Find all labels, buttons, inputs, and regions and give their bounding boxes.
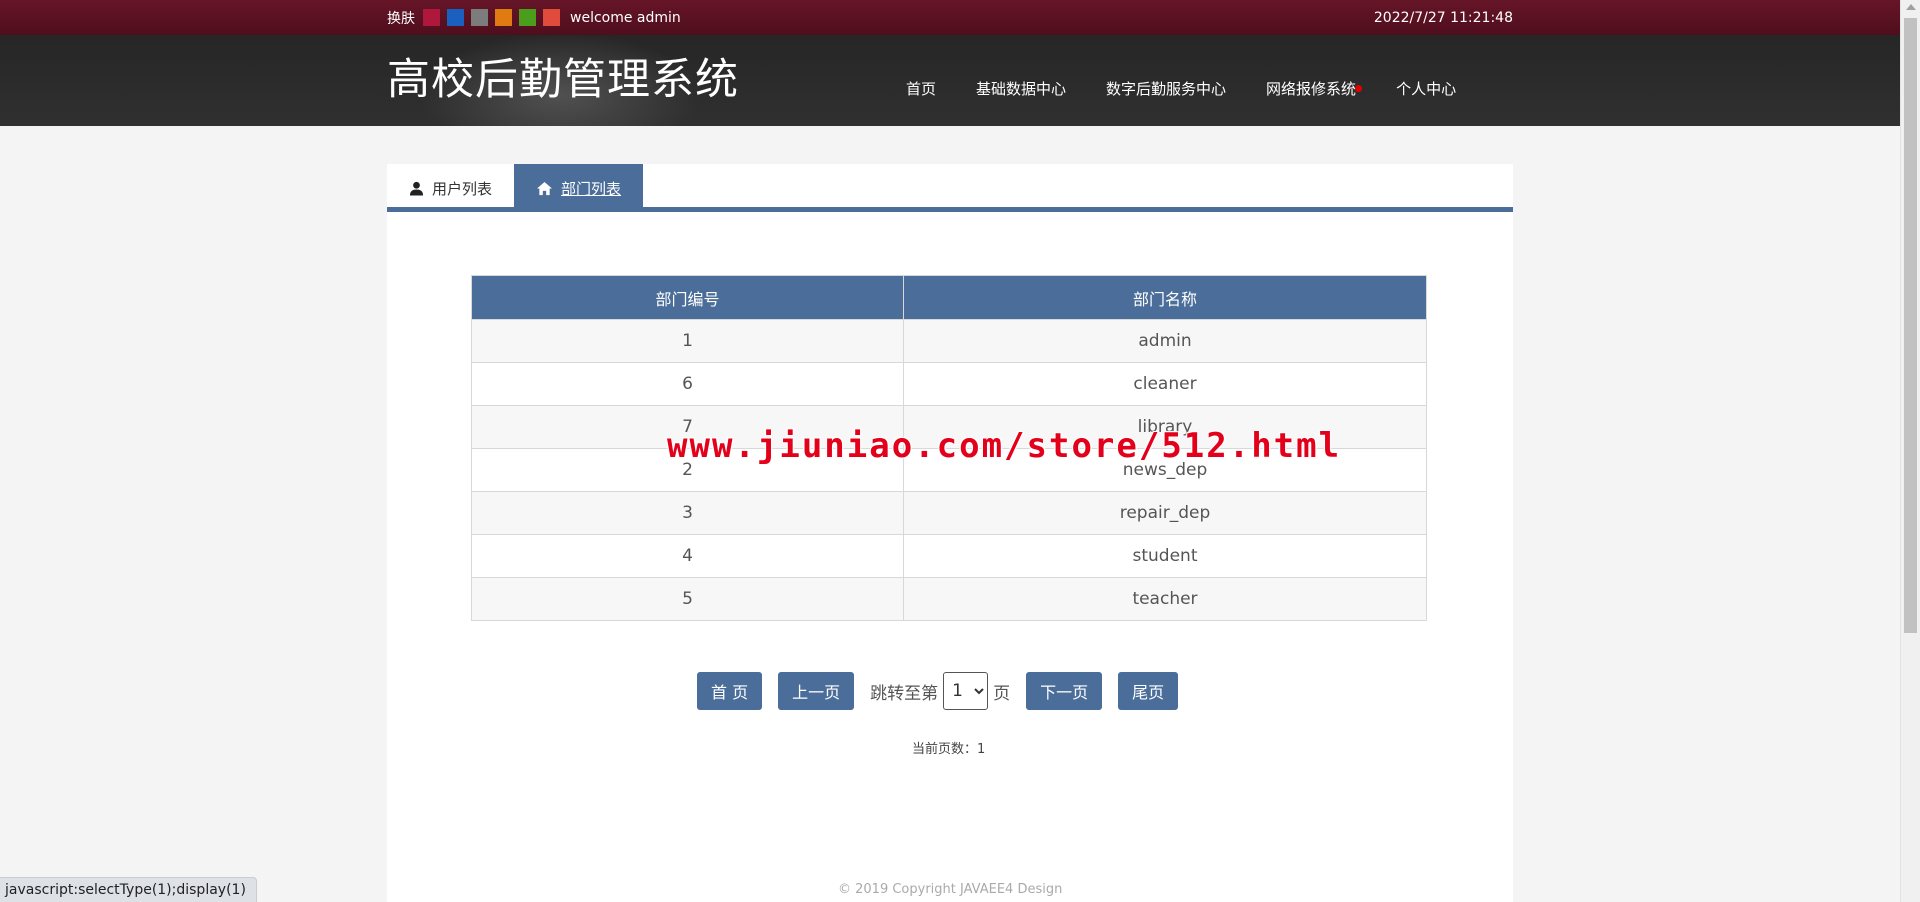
pagination: 首 页 上一页 跳转至第 1 页 下一页 尾页 (697, 672, 1179, 710)
scroll-thumb[interactable] (1904, 18, 1917, 633)
table-row: 4 student (471, 534, 1427, 578)
tab-user-list[interactable]: 用户列表 (387, 164, 514, 212)
cell-dept-name: teacher (903, 577, 1427, 621)
skin-swatch-gray[interactable] (471, 9, 488, 26)
site-title: 高校后勤管理系统 (387, 55, 739, 105)
nav-digital-logistics-label: 数字后勤服务中心 (1106, 80, 1227, 98)
datetime-clock: 2022/7/27 11:21:48 (1373, 9, 1513, 26)
column-header-dept-name: 部门名称 (903, 275, 1427, 320)
user-icon (409, 181, 424, 196)
next-page-button[interactable]: 下一页 (1026, 672, 1103, 710)
notification-dot (1355, 85, 1363, 92)
nav-digital-logistics[interactable]: 数字后勤服务中心 (1086, 78, 1246, 99)
first-page-button[interactable]: 首 页 (697, 672, 763, 710)
tab-user-list-label: 用户列表 (432, 179, 493, 198)
browser-status-bar: javascript:selectType(1);display(1) (0, 877, 257, 902)
nav-personal-center-label: 个人中心 (1396, 80, 1457, 98)
copyright-footer: © 2019 Copyright JAVAEE4 Design (838, 882, 1063, 897)
nav-personal-center[interactable]: 个人中心 (1376, 78, 1476, 99)
tab-bar: 用户列表 部门列表 (387, 164, 1513, 212)
jump-to-label: 跳转至第 (870, 683, 939, 704)
table-row: 6 cleaner (471, 362, 1427, 406)
current-page-indicator: 当前页数：1 (912, 742, 986, 757)
nav-basic-data-label: 基础数据中心 (976, 80, 1067, 98)
main-nav: 首页 基础数据中心 数字后勤服务中心 网络报修系统 个人中心 (886, 78, 1476, 99)
table-header-row: 部门编号 部门名称 (471, 275, 1427, 320)
nav-home-label: 首页 (906, 80, 937, 98)
prev-page-button[interactable]: 上一页 (778, 672, 855, 710)
tab-department-list-label: 部门列表 (561, 179, 622, 198)
skin-swatch-orange[interactable] (495, 9, 512, 26)
skin-swatch-blue[interactable] (447, 9, 464, 26)
cell-dept-name: student (903, 534, 1427, 578)
last-page-button[interactable]: 尾页 (1118, 672, 1179, 710)
skin-swatch-crimson[interactable] (423, 9, 440, 26)
cell-dept-name: cleaner (903, 362, 1427, 406)
page-scrollbar[interactable] (1900, 0, 1920, 902)
cell-dept-name: repair_dep (903, 491, 1427, 535)
skin-swatch-green[interactable] (519, 9, 536, 26)
table-row: 1 admin (471, 319, 1427, 363)
scroll-up-arrow-icon[interactable] (1906, 4, 1916, 10)
top-bar: 换肤 welcome admin 2022/7/27 11:21:48 (0, 0, 1900, 35)
table-row: 5 teacher (471, 577, 1427, 621)
cell-dept-id: 5 (471, 577, 904, 621)
welcome-text: welcome admin (570, 9, 681, 26)
page-suffix-label: 页 (993, 683, 1011, 704)
nav-repair-system-label: 网络报修系统 (1266, 80, 1357, 98)
cell-dept-name: admin (903, 319, 1427, 363)
watermark-text: www.jiuniao.com/store/512.html (667, 426, 1342, 466)
home-icon (536, 181, 553, 196)
skin-label: 换肤 (387, 10, 415, 27)
cell-dept-id: 1 (471, 319, 904, 363)
tab-department-list[interactable]: 部门列表 (514, 164, 644, 212)
column-header-dept-id: 部门编号 (471, 275, 904, 320)
cell-dept-id: 4 (471, 534, 904, 578)
skin-swatch-red[interactable] (543, 9, 560, 26)
table-row: 3 repair_dep (471, 491, 1427, 535)
page-select[interactable]: 1 (943, 672, 989, 710)
nav-repair-system[interactable]: 网络报修系统 (1246, 78, 1376, 99)
site-header: 高校后勤管理系统 首页 基础数据中心 数字后勤服务中心 网络报修系统 个人中心 (0, 35, 1900, 126)
cell-dept-id: 3 (471, 491, 904, 535)
nav-home[interactable]: 首页 (886, 78, 956, 99)
cell-dept-id: 6 (471, 362, 904, 406)
main-panel: 用户列表 部门列表 部门编号 部门名称 1 admin 6 cleaner 7 … (387, 164, 1513, 902)
nav-basic-data[interactable]: 基础数据中心 (956, 78, 1086, 99)
